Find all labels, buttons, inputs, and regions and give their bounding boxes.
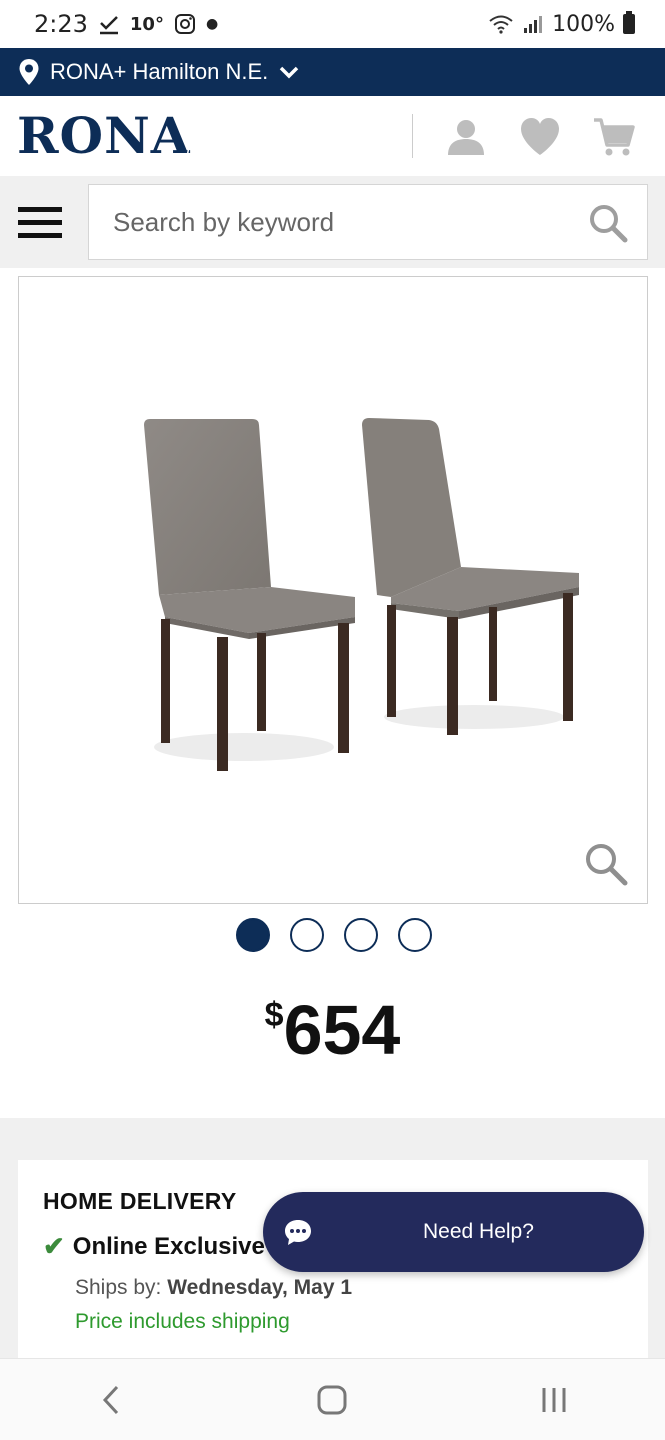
price-amount: 654: [283, 991, 401, 1069]
search-box: [88, 184, 648, 260]
need-help-button[interactable]: Need Help?: [263, 1192, 644, 1272]
search-input[interactable]: [113, 206, 573, 238]
status-time: 2:23: [34, 10, 88, 38]
product-chairs-image: [144, 418, 579, 771]
search-row: [0, 176, 665, 268]
header-icons: [445, 116, 635, 158]
status-temperature: 10°: [129, 13, 164, 35]
site-header: RONA: [0, 96, 665, 176]
zoom-icon[interactable]: [583, 841, 629, 887]
header-divider: [412, 114, 413, 158]
carousel-dots: [236, 918, 432, 952]
price-currency: $: [264, 996, 284, 1034]
back-icon[interactable]: [81, 1370, 141, 1430]
status-bar: 2:23 10° ● 100%: [0, 0, 665, 48]
chevron-down-icon: [279, 66, 299, 79]
product-image[interactable]: [18, 276, 648, 904]
wishlist-heart-icon[interactable]: [519, 116, 561, 158]
wifi-icon: [489, 15, 513, 34]
location-pin-icon: [19, 59, 39, 85]
cart-icon[interactable]: [593, 116, 635, 158]
status-left: 2:23 10° ●: [34, 10, 218, 38]
status-right: 100%: [488, 11, 635, 37]
logo-text: RONA: [17, 106, 191, 165]
need-help-label: Need Help?: [423, 1220, 534, 1243]
chat-bubble-icon: [285, 1220, 311, 1245]
store-name: RONA+ Hamilton N.E.: [50, 59, 269, 84]
rona-logo[interactable]: RONA: [17, 106, 195, 165]
checkmark-icon: ✔: [43, 1231, 65, 1261]
search-icon[interactable]: [587, 202, 629, 244]
hamburger-menu-icon[interactable]: [0, 176, 80, 268]
carousel-dot-1[interactable]: [236, 918, 270, 952]
shipping-note: Price includes shipping: [75, 1310, 290, 1333]
ships-date: Wednesday, May 1: [167, 1276, 353, 1299]
instagram-icon: [174, 14, 195, 34]
carousel-dot-3[interactable]: [344, 918, 378, 952]
notification-dot-icon: ●: [205, 16, 219, 32]
logo-stripes-icon: [186, 115, 195, 157]
store-selector[interactable]: RONA+ Hamilton N.E.: [0, 48, 665, 96]
battery-icon: [623, 11, 635, 34]
system-nav-bar: [0, 1358, 665, 1440]
battery-percent: 100%: [552, 11, 615, 37]
ships-label: Ships by:: [75, 1276, 162, 1299]
recents-icon[interactable]: [524, 1370, 584, 1430]
carousel-dot-2[interactable]: [290, 918, 324, 952]
account-icon[interactable]: [445, 116, 487, 158]
carousel-dot-4[interactable]: [398, 918, 432, 952]
ships-by: Ships by: Wednesday, May 1: [75, 1276, 623, 1300]
signal-icon: [524, 16, 543, 33]
home-icon[interactable]: [302, 1370, 362, 1430]
check-download-icon: [99, 16, 118, 35]
product-price: $654: [0, 990, 665, 1070]
online-exclusive-label: Online Exclusive: [72, 1232, 265, 1260]
